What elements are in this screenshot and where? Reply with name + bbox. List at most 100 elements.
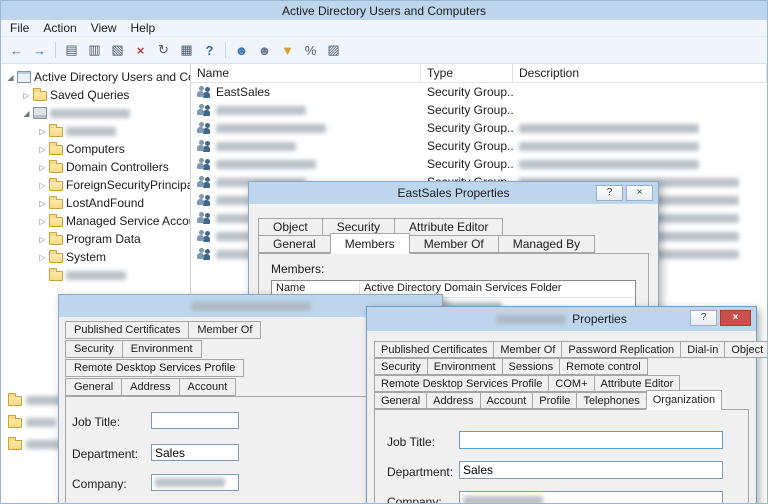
refresh-icon[interactable]: ↻ (153, 40, 174, 61)
help-button[interactable]: ? (596, 185, 623, 201)
tab-password-replication[interactable]: Password Replication (561, 341, 682, 358)
close-button[interactable]: × (626, 185, 653, 201)
group-icon (197, 248, 212, 260)
expander-icon[interactable]: ▷ (37, 181, 48, 190)
show-tree-icon[interactable]: ▤ (61, 40, 82, 61)
back-icon[interactable]: ← (6, 40, 27, 61)
column-description[interactable]: Description (513, 64, 767, 82)
expander-icon[interactable]: ▷ (37, 145, 48, 154)
job-title-input[interactable] (151, 412, 239, 429)
redacted-name (216, 105, 306, 115)
filter-icon[interactable]: ▼ (277, 40, 298, 61)
tab-environment[interactable]: Environment (426, 358, 503, 375)
table-row[interactable]: Security Group... (191, 101, 767, 119)
tree-item-lostandfound[interactable]: ▷ LostAndFound (1, 194, 190, 212)
tab-remote-desktop-services-profile[interactable]: Remote Desktop Services Profile (374, 375, 550, 392)
expander-icon[interactable]: ▷ (37, 217, 48, 226)
department-label: Department: (387, 465, 454, 479)
expander-icon[interactable]: ▷ (37, 235, 48, 244)
export-list-icon[interactable]: ▥ (84, 40, 105, 61)
company-input[interactable] (459, 491, 723, 503)
properties-icon[interactable]: ▦ (176, 40, 197, 61)
add-group-icon[interactable]: ☻ (254, 40, 275, 61)
tab-sessions[interactable]: Sessions (501, 358, 561, 375)
tree-item-program-data[interactable]: ▷ Program Data (1, 230, 190, 248)
tab-object[interactable]: Object (258, 218, 323, 236)
add-user-icon[interactable]: ☻ (231, 40, 252, 61)
tree-item-root[interactable]: ◢ Active Directory Users and Com (1, 68, 190, 86)
tab-member-of[interactable]: Member Of (493, 341, 563, 358)
tab-address[interactable]: Address (426, 392, 481, 409)
department-input[interactable] (459, 461, 723, 479)
column-name[interactable]: Name (191, 64, 421, 82)
menu-view[interactable]: View (84, 21, 124, 35)
expander-icon[interactable]: ▷ (37, 253, 48, 262)
tab-published-certificates[interactable]: Published Certificates (65, 321, 190, 339)
tree-item-system[interactable]: ▷ System (1, 248, 190, 266)
tab-object[interactable]: Object (724, 341, 767, 358)
expander-icon[interactable]: ▷ (21, 91, 32, 100)
tree-node-label: LostAndFound (66, 196, 145, 210)
group-icon (197, 158, 212, 170)
expander-icon[interactable]: ▷ (37, 163, 48, 172)
tab-security[interactable]: Security (374, 358, 428, 375)
tab-general[interactable]: General (258, 235, 331, 253)
tree-item-computers[interactable]: ▷ Computers (1, 140, 190, 158)
menu-help[interactable]: Help (124, 21, 163, 35)
tab-managed-by[interactable]: Managed By (497, 235, 596, 253)
tab-remote-desktop-services-profile[interactable]: Remote Desktop Services Profile (65, 359, 245, 377)
tab-dial-in[interactable]: Dial-in (680, 341, 726, 358)
cut-icon[interactable]: ▧ (107, 40, 128, 61)
forward-icon[interactable]: → (29, 40, 50, 61)
tab-address[interactable]: Address (121, 378, 180, 396)
tab-general[interactable]: General (374, 392, 428, 409)
expander-icon[interactable]: ◢ (21, 109, 32, 118)
table-row[interactable]: EastSales Security Group... (191, 83, 767, 101)
menu-action[interactable]: Action (36, 21, 83, 35)
tab-environment[interactable]: Environment (121, 340, 202, 358)
tree-item-redacted-ou[interactable]: ▷ (1, 122, 190, 140)
tab-account[interactable]: Account (178, 378, 237, 396)
tree-item-domain-controllers[interactable]: ▷ Domain Controllers (1, 158, 190, 176)
expander-icon[interactable]: ▷ (37, 199, 48, 208)
tree-item-domain[interactable]: ◢ (1, 104, 190, 122)
tree-item-managed-service-accounts[interactable]: ▷ Managed Service Accou (1, 212, 190, 230)
delete-icon[interactable]: × (130, 40, 151, 61)
expander-icon[interactable]: ▷ (37, 127, 48, 136)
menubar: File Action View Help (1, 20, 767, 37)
tab-organization[interactable]: Organization (645, 390, 723, 410)
tab-attribute-editor[interactable]: Attribute Editor (394, 218, 504, 236)
tree-item-saved-queries[interactable]: ▷ Saved Queries (1, 86, 190, 104)
tab-member-of[interactable]: Member Of (408, 235, 499, 253)
redacted-dialog-title (496, 314, 567, 324)
menu-file[interactable]: File (3, 21, 36, 35)
table-row[interactable]: Security Group... (191, 137, 767, 155)
row-type: Security Group... (427, 157, 513, 171)
help-button[interactable]: ? (690, 310, 717, 326)
tab-remote-control[interactable]: Remote control (559, 358, 648, 375)
tab-com-plus[interactable]: COM+ (548, 375, 595, 392)
set-password-icon[interactable]: % (300, 40, 321, 61)
tab-telephones[interactable]: Telephones (576, 392, 647, 409)
help-icon[interactable]: ? (199, 40, 220, 61)
expander-icon[interactable]: ◢ (5, 73, 16, 82)
job-title-input[interactable] (459, 431, 723, 449)
tab-profile[interactable]: Profile (532, 392, 578, 409)
tab-member-of[interactable]: Member Of (188, 321, 262, 339)
tab-members[interactable]: Members (329, 233, 410, 254)
close-button[interactable]: × (720, 310, 751, 326)
view-options-icon[interactable]: ▨ (323, 40, 344, 61)
tree-item-selected-ou[interactable] (1, 266, 190, 284)
column-type[interactable]: Type (421, 64, 513, 82)
tab-general[interactable]: General (65, 378, 123, 396)
tab-security[interactable]: Security (65, 340, 123, 358)
tree-item-foreignsecurityprincipals[interactable]: ▷ ForeignSecurityPrincipals (1, 176, 190, 194)
tab-account[interactable]: Account (479, 392, 534, 409)
department-input[interactable] (151, 444, 239, 461)
table-row[interactable]: Security Group... (191, 155, 767, 173)
company-input[interactable] (151, 474, 239, 491)
tab-published-certificates[interactable]: Published Certificates (374, 341, 495, 358)
tree-node-icon (49, 160, 63, 173)
row-type: Security Group... (427, 121, 513, 135)
table-row[interactable]: Security Group... (191, 119, 767, 137)
